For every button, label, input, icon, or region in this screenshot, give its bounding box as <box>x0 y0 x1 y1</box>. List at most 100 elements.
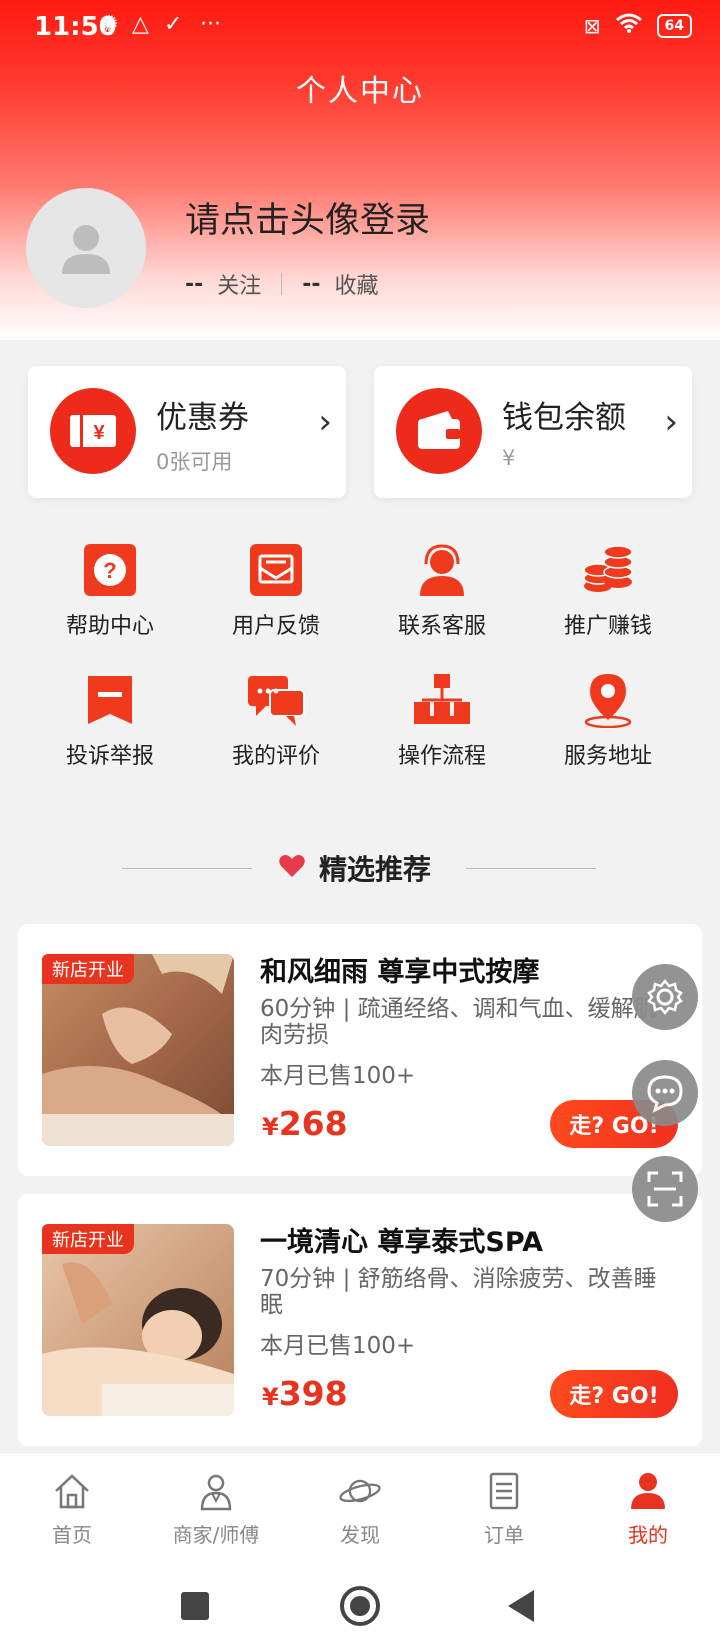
profile-stats: -- 关注 -- 收藏 <box>185 268 379 300</box>
product-desc: 70分钟 | 舒筋络骨、消除疲劳、改善睡眠 <box>260 1266 657 1318</box>
recommend-section: 精选推荐 新店开业 和风细雨 尊享中式按摩 60分钟 | 疏通经络、调和气血、缓… <box>0 812 720 1452</box>
report-icon <box>80 670 140 730</box>
chat-bubble-icon <box>647 1075 683 1113</box>
wallet-title: 钱包余额 <box>502 400 626 436</box>
coupon-title: 优惠券 <box>156 400 249 436</box>
wallet-sub: ¥ <box>502 446 516 470</box>
grid-item-flow[interactable]: 操作流程 <box>352 670 532 770</box>
grid-label: 联系客服 <box>397 614 486 639</box>
drive-icon: △ <box>132 12 149 37</box>
gear-icon <box>647 978 683 1016</box>
status-bar: 11:50 ✺ △ ✓ ··· ⊠ 64 <box>0 0 720 56</box>
new-store-badge: 新店开业 <box>42 954 134 984</box>
more-dots-icon: ··· <box>200 12 221 37</box>
bottom-tab-bar: 首页 商家/师傅 发现 订单 我的 <box>0 1452 720 1562</box>
check-icon: ✓ <box>164 12 183 37</box>
grid-item-report[interactable]: 投诉举报 <box>20 670 200 770</box>
wallet-card[interactable]: 钱包余额 ¥ › <box>374 366 692 498</box>
comment-icon <box>246 670 306 730</box>
grid-item-customer-service[interactable]: 联系客服 <box>352 540 532 640</box>
scan-float-button[interactable] <box>632 1156 698 1222</box>
merchant-icon <box>194 1469 238 1513</box>
favorite-label[interactable]: 收藏 <box>335 268 379 300</box>
tab-label: 订单 <box>484 1523 524 1547</box>
no-sim-icon: ⊠ <box>583 13 601 38</box>
back-button[interactable] <box>506 1588 536 1624</box>
product-price: ¥268 <box>262 1104 348 1143</box>
tab-orders[interactable]: 订单 <box>432 1469 576 1548</box>
tab-label: 首页 <box>52 1523 92 1547</box>
go-button[interactable]: 走? GO! <box>550 1370 678 1418</box>
grid-item-help[interactable]: ? 帮助中心 <box>20 540 200 640</box>
section-divider-right <box>466 868 596 869</box>
flowchart-icon <box>412 670 472 730</box>
coins-icon <box>578 540 638 600</box>
currency-symbol: ¥ <box>262 1113 279 1141</box>
chevron-right-icon: › <box>318 402 332 442</box>
grid-label: 服务地址 <box>563 744 652 769</box>
product-price: ¥398 <box>262 1374 348 1413</box>
grid-label: 操作流程 <box>397 744 486 769</box>
order-icon <box>482 1469 526 1513</box>
svg-text:?: ? <box>103 558 116 583</box>
login-prompt[interactable]: 请点击头像登录 <box>185 192 430 243</box>
tab-home[interactable]: 首页 <box>0 1469 144 1548</box>
grid-item-feedback[interactable]: 用户反馈 <box>186 540 366 640</box>
home-dot-icon <box>350 1596 370 1616</box>
product-name: 一境清心 尊享泰式SPA <box>260 1227 544 1258</box>
product-card[interactable]: 新店开业 和风细雨 尊享中式按摩 60分钟 | 疏通经络、调和气血、缓解肌肉劳损… <box>18 924 702 1176</box>
location-icon <box>578 670 638 730</box>
settings-float-button[interactable] <box>632 964 698 1030</box>
home-icon <box>50 1469 94 1513</box>
wifi-icon <box>615 12 643 39</box>
scan-icon <box>647 1171 683 1207</box>
coupon-card[interactable]: ¥ 优惠券 0张可用 › <box>28 366 346 498</box>
stats-divider <box>281 273 283 295</box>
battery-icon: 64 <box>656 13 692 38</box>
sync-icon: ✺ <box>100 12 119 37</box>
svg-text:¥: ¥ <box>93 422 105 444</box>
grid-label: 我的评价 <box>231 744 320 769</box>
product-name: 和风细雨 尊享中式按摩 <box>260 957 540 988</box>
product-desc: 60分钟 | 疏通经络、调和气血、缓解肌肉劳损 <box>260 996 657 1048</box>
wallet-icon <box>396 388 482 474</box>
grid-item-promote[interactable]: 推广赚钱 <box>518 540 698 640</box>
coupon-sub: 0张可用 <box>156 450 233 474</box>
help-icon: ? <box>80 540 140 600</box>
tab-label: 商家/师傅 <box>172 1523 260 1547</box>
grid-item-address[interactable]: 服务地址 <box>518 670 698 770</box>
section-title: 精选推荐 <box>318 853 431 886</box>
customer-service-icon <box>412 540 472 600</box>
page-title: 个人中心 <box>296 74 424 109</box>
follow-label[interactable]: 关注 <box>217 268 261 300</box>
default-avatar-icon <box>62 225 110 274</box>
recent-apps-button[interactable] <box>181 1592 209 1620</box>
home-button[interactable] <box>340 1586 380 1626</box>
planet-icon <box>338 1469 382 1513</box>
price-value: 398 <box>278 1374 348 1413</box>
new-store-badge: 新店开业 <box>42 1224 134 1254</box>
user-icon <box>626 1469 670 1513</box>
grid-label: 帮助中心 <box>65 614 154 639</box>
grid-label: 推广赚钱 <box>563 614 652 639</box>
product-card[interactable]: 新店开业 一境清心 尊享泰式SPA 70分钟 | 舒筋络骨、消除疲劳、改善睡眠 … <box>18 1194 702 1446</box>
chat-float-button[interactable] <box>632 1060 698 1126</box>
tab-mine[interactable]: 我的 <box>576 1469 720 1548</box>
follow-count: -- <box>185 271 204 297</box>
grid-label: 用户反馈 <box>231 614 320 639</box>
product-sold: 本月已售100+ <box>260 1063 416 1089</box>
favorite-count: -- <box>302 271 321 297</box>
tab-label: 我的 <box>628 1523 668 1547</box>
feedback-icon <box>246 540 306 600</box>
avatar[interactable] <box>26 188 146 308</box>
chevron-right-icon: › <box>664 402 678 442</box>
tab-label: 发现 <box>340 1523 380 1547</box>
tab-discover[interactable]: 发现 <box>288 1469 432 1548</box>
system-nav-bar <box>0 1562 720 1650</box>
coupon-icon: ¥ <box>50 388 136 474</box>
grid-label: 投诉举报 <box>65 744 154 769</box>
tab-merchant[interactable]: 商家/师傅 <box>144 1469 288 1548</box>
price-value: 268 <box>278 1104 348 1143</box>
grid-item-comment[interactable]: 我的评价 <box>186 670 366 770</box>
product-sold: 本月已售100+ <box>260 1333 416 1359</box>
